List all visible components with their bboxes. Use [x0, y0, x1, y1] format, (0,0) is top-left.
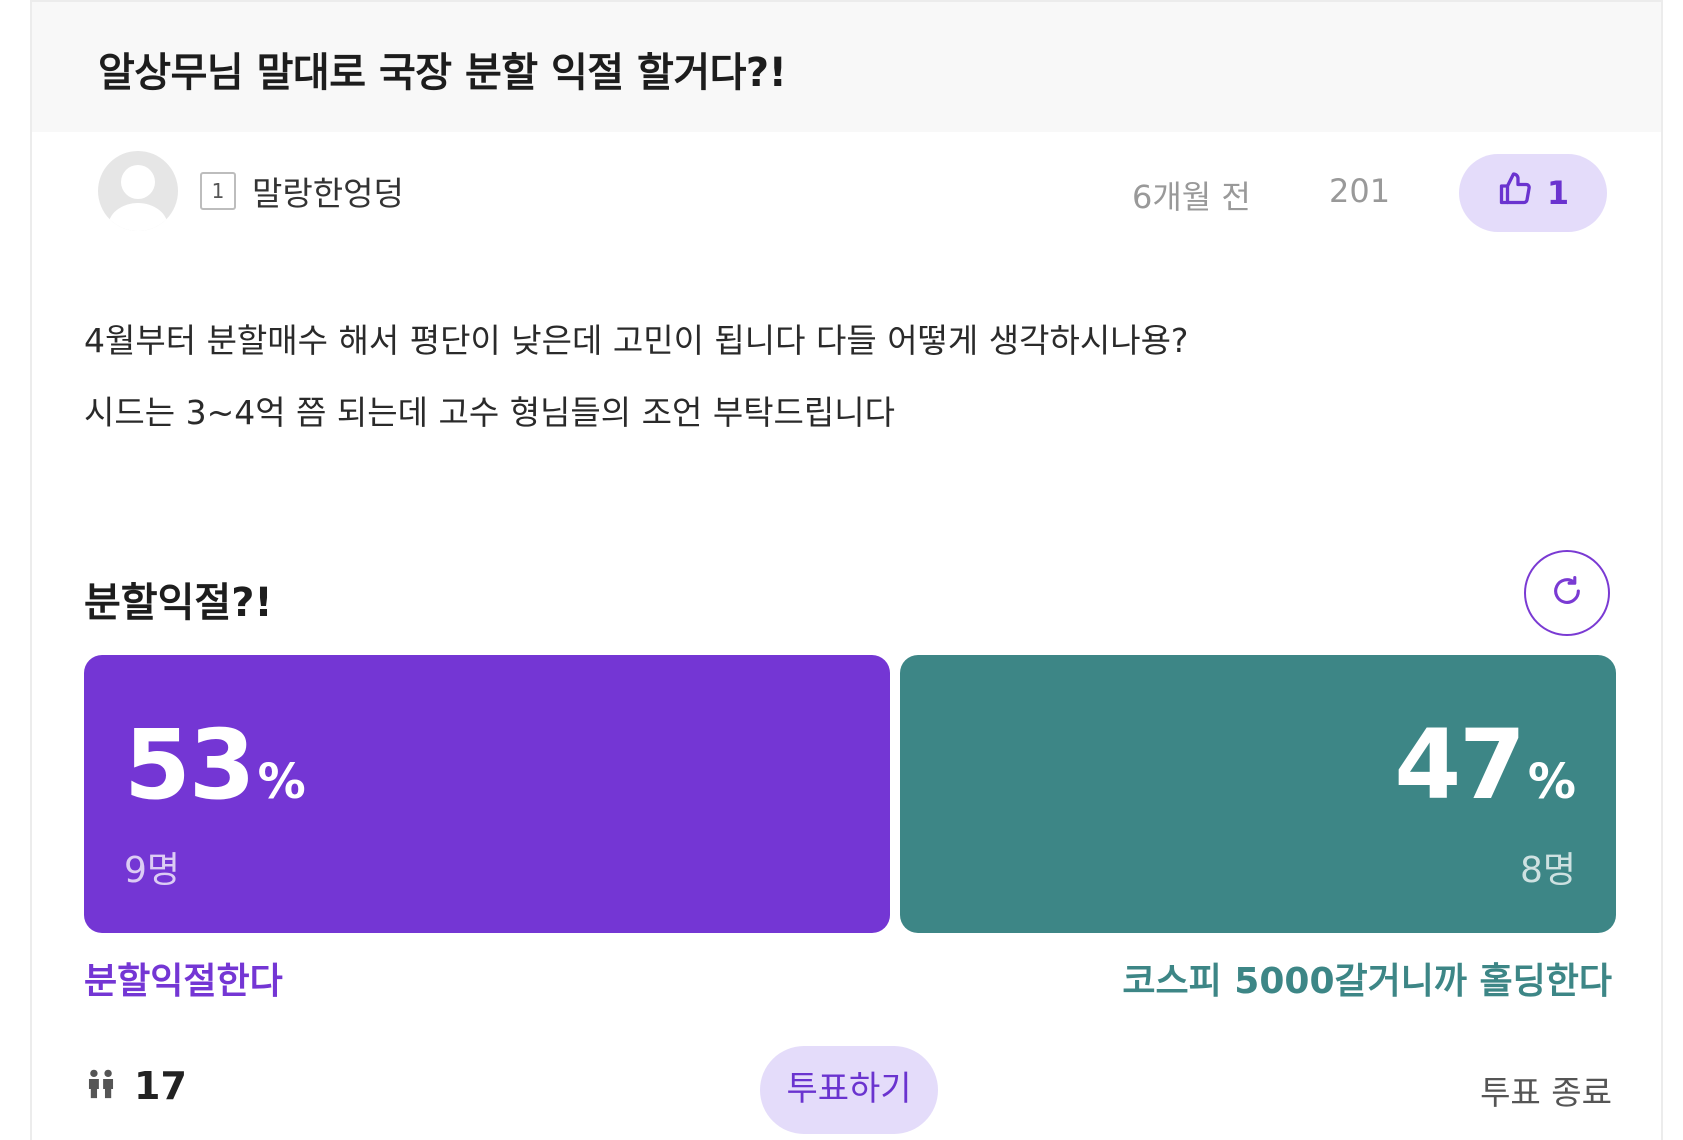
poll-option-result[interactable]: 47% 8명: [900, 655, 1616, 933]
thumbs-up-icon: [1497, 171, 1533, 215]
percent-sign: %: [257, 754, 306, 810]
total-voters: 17: [134, 1064, 187, 1108]
view-count: 201: [1329, 172, 1391, 210]
option-percent-value: 47: [1394, 709, 1526, 821]
title-bar: 알상무님 말대로 국장 분할 익절 할거다?!: [32, 0, 1661, 132]
post-body-line: 시드는 3~4억 쯤 되는데 고수 형님들의 조언 부탁드립니다: [84, 393, 895, 432]
option-percent: 47%: [1394, 717, 1576, 813]
post-body-line: 4월부터 분할매수 해서 평단이 낮은데 고민이 됩니다 다들 어떻게 생각하시…: [84, 321, 1189, 360]
level-badge: 1: [200, 172, 236, 210]
option-vote-count: 9명: [124, 850, 181, 891]
refresh-button[interactable]: [1524, 550, 1610, 636]
avatar-head: [121, 165, 155, 199]
post-card: 알상무님 말대로 국장 분할 익절 할거다?! 1 말랑한엉덩 6개월 전 20…: [30, 0, 1663, 1140]
avatar[interactable]: [98, 151, 178, 231]
like-count: 1: [1546, 174, 1570, 212]
like-button[interactable]: 1: [1459, 154, 1607, 232]
voter-summary: 17: [84, 1064, 187, 1108]
author-name[interactable]: 말랑한엉덩: [252, 167, 404, 215]
poll-status: 투표 종료: [1480, 1073, 1612, 1112]
poll-option-result[interactable]: 53% 9명: [84, 655, 890, 933]
people-icon: [84, 1067, 118, 1105]
refresh-icon: [1550, 574, 1584, 612]
post-title: 알상무님 말대로 국장 분할 익절 할거다?!: [98, 50, 787, 96]
avatar-body: [108, 203, 168, 231]
vote-button[interactable]: 투표하기: [760, 1046, 938, 1134]
option-percent: 53%: [124, 717, 306, 813]
post-time: 6개월 전: [1132, 178, 1251, 216]
poll-option-label[interactable]: 분할익절한다: [84, 952, 283, 1004]
percent-sign: %: [1527, 754, 1576, 810]
option-vote-count: 8명: [1519, 850, 1576, 891]
poll-title: 분할익절?!: [84, 580, 273, 626]
poll-option-label[interactable]: 코스피 5000갈거니까 홀딩한다: [1122, 952, 1612, 1004]
option-percent-value: 53: [124, 709, 256, 821]
